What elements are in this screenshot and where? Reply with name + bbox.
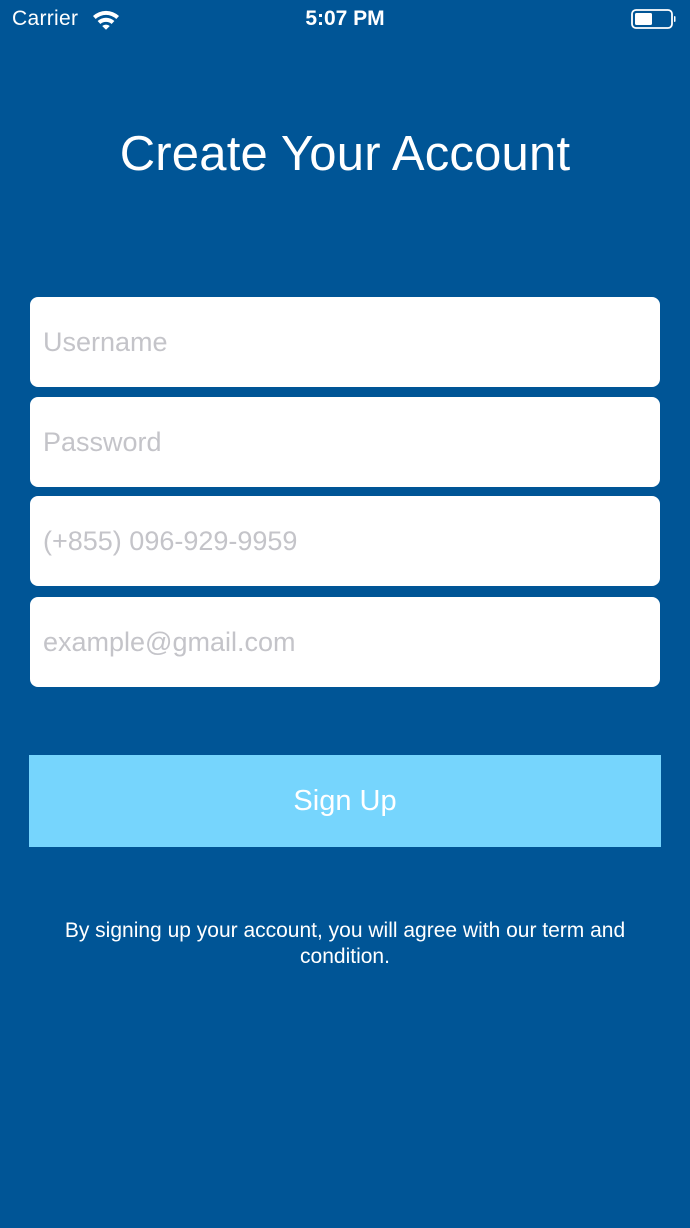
password-input[interactable] <box>30 397 660 487</box>
sign-up-button[interactable]: Sign Up <box>29 755 661 847</box>
phone-input[interactable] <box>30 496 660 586</box>
email-input[interactable] <box>30 597 660 687</box>
status-bar: Carrier 5:07 PM <box>0 0 690 40</box>
battery-icon <box>631 9 676 29</box>
username-input[interactable] <box>30 297 660 387</box>
page-title: Create Your Account <box>119 127 571 181</box>
terms-text: By signing up your account, you will agr… <box>64 919 626 968</box>
status-time: 5:07 PM <box>305 7 385 30</box>
